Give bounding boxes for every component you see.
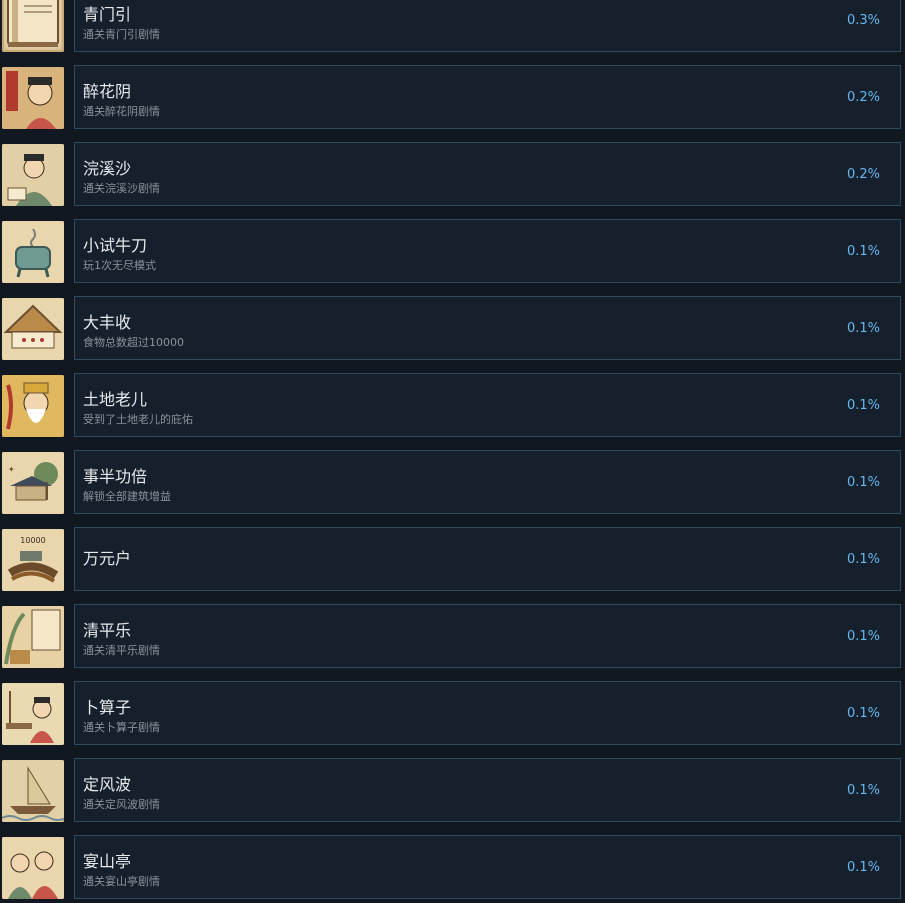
achievement-card[interactable]: 大丰收食物总数超过10000 0.1% bbox=[74, 296, 901, 360]
achievement-card[interactable]: 宴山亭通关宴山亭剧情 0.1% bbox=[74, 835, 901, 899]
achievement-description: 通关卜算子剧情 bbox=[83, 721, 160, 734]
achievement-row[interactable]: 青门引通关青门引剧情 0.3% bbox=[0, 0, 905, 54]
achievement-card[interactable]: 醉花阴通关醉花阴剧情 0.2% bbox=[74, 65, 901, 129]
achievement-title: 万元户 bbox=[83, 549, 132, 568]
achievement-card[interactable]: 事半功倍解锁全部建筑增益 0.1% bbox=[74, 450, 901, 514]
sailing-boat-icon bbox=[2, 760, 64, 822]
fortune-teller-icon bbox=[2, 683, 64, 745]
achievement-title: 青门引 bbox=[83, 5, 132, 24]
achievement-card[interactable]: 小试牛刀玩1次无尽模式 0.1% bbox=[74, 219, 901, 283]
achievement-card[interactable]: 万元户 0.1% bbox=[74, 527, 901, 591]
achievement-title: 卜算子 bbox=[83, 698, 132, 717]
achievement-row[interactable]: 土地老儿受到了土地老儿的庇佑 0.1% bbox=[0, 373, 905, 439]
granary-icon bbox=[2, 298, 64, 360]
svg-text:✦: ✦ bbox=[8, 465, 15, 474]
achievement-title: 清平乐 bbox=[83, 621, 132, 640]
achievement-row[interactable]: 定风波通关定风波剧情 0.1% bbox=[0, 758, 905, 824]
achievement-row[interactable]: 小试牛刀玩1次无尽模式 0.1% bbox=[0, 219, 905, 285]
achievement-title: 宴山亭 bbox=[83, 852, 132, 871]
unlock-percentage: 0.1% bbox=[846, 552, 880, 567]
achievement-card[interactable]: 土地老儿受到了土地老儿的庇佑 0.1% bbox=[74, 373, 901, 437]
unlock-percentage: 0.1% bbox=[846, 244, 880, 259]
unlock-percentage: 0.2% bbox=[846, 90, 880, 105]
achievement-card[interactable]: 清平乐通关清平乐剧情 0.1% bbox=[74, 604, 901, 668]
achievement-card[interactable]: 卜算子通关卜算子剧情 0.1% bbox=[74, 681, 901, 745]
achievement-row[interactable]: 浣溪沙通关浣溪沙剧情 0.2% bbox=[0, 142, 905, 208]
achievement-description: 通关浣溪沙剧情 bbox=[83, 182, 160, 195]
achievement-row[interactable]: ✦ 事半功倍解锁全部建筑增益 0.1% bbox=[0, 450, 905, 516]
book-icon bbox=[2, 0, 64, 52]
banquet-people-icon bbox=[2, 837, 64, 899]
achievement-description: 通关宴山亭剧情 bbox=[83, 875, 160, 888]
achievement-row[interactable]: 宴山亭通关宴山亭剧情 0.1% bbox=[0, 835, 905, 901]
achievement-description: 通关醉花阴剧情 bbox=[83, 105, 160, 118]
unlock-percentage: 0.1% bbox=[846, 629, 880, 644]
earth-god-icon bbox=[2, 375, 64, 437]
unlock-percentage: 0.1% bbox=[846, 783, 880, 798]
icon-caption: 10000 bbox=[20, 536, 45, 545]
achievement-title: 浣溪沙 bbox=[83, 159, 132, 178]
incense-burner-icon bbox=[2, 221, 64, 283]
achievement-description: 通关青门引剧情 bbox=[83, 28, 160, 41]
achievement-description: 受到了土地老儿的庇佑 bbox=[83, 413, 193, 426]
garden-scene-icon bbox=[2, 606, 64, 668]
achievement-card[interactable]: 浣溪沙通关浣溪沙剧情 0.2% bbox=[74, 142, 901, 206]
achievement-description: 解锁全部建筑增益 bbox=[83, 490, 171, 503]
unlock-percentage: 0.1% bbox=[846, 706, 880, 721]
unlock-percentage: 0.1% bbox=[846, 398, 880, 413]
drunk-man-icon bbox=[2, 67, 64, 129]
unlock-percentage: 0.1% bbox=[846, 475, 880, 490]
achievement-title: 小试牛刀 bbox=[83, 236, 148, 255]
unlock-percentage: 0.3% bbox=[846, 13, 880, 28]
achievement-title: 大丰收 bbox=[83, 313, 132, 332]
achievement-description: 通关定风波剧情 bbox=[83, 798, 160, 811]
achievement-row[interactable]: 卜算子通关卜算子剧情 0.1% bbox=[0, 681, 905, 747]
achievement-row[interactable]: 大丰收食物总数超过10000 0.1% bbox=[0, 296, 905, 362]
unlock-percentage: 0.1% bbox=[846, 321, 880, 336]
achievement-title: 土地老儿 bbox=[83, 390, 148, 409]
unlock-percentage: 0.2% bbox=[846, 167, 880, 182]
coin-string-icon: 10000 bbox=[2, 529, 64, 591]
achievement-title: 事半功倍 bbox=[83, 467, 148, 486]
achievement-row[interactable]: 10000 万元户 0.1% bbox=[0, 527, 905, 593]
achievement-title: 醉花阴 bbox=[83, 82, 132, 101]
achievement-title: 定风波 bbox=[83, 775, 132, 794]
achievement-description: 玩1次无尽模式 bbox=[83, 259, 156, 272]
achievement-description: 通关清平乐剧情 bbox=[83, 644, 160, 657]
reading-scholar-icon bbox=[2, 144, 64, 206]
achievement-description: 食物总数超过10000 bbox=[83, 336, 184, 349]
pavilion-tree-icon: ✦ bbox=[2, 452, 64, 514]
unlock-percentage: 0.1% bbox=[846, 860, 880, 875]
achievement-list: 青门引通关青门引剧情 0.3% 醉花阴通关醉花阴剧情 0.2% 浣溪沙通关浣溪沙剧情 0.… bbox=[0, 0, 905, 903]
achievement-card[interactable]: 青门引通关青门引剧情 0.3% bbox=[74, 0, 901, 52]
achievement-row[interactable]: 清平乐通关清平乐剧情 0.1% bbox=[0, 604, 905, 670]
achievement-row[interactable]: 醉花阴通关醉花阴剧情 0.2% bbox=[0, 65, 905, 131]
achievement-card[interactable]: 定风波通关定风波剧情 0.1% bbox=[74, 758, 901, 822]
